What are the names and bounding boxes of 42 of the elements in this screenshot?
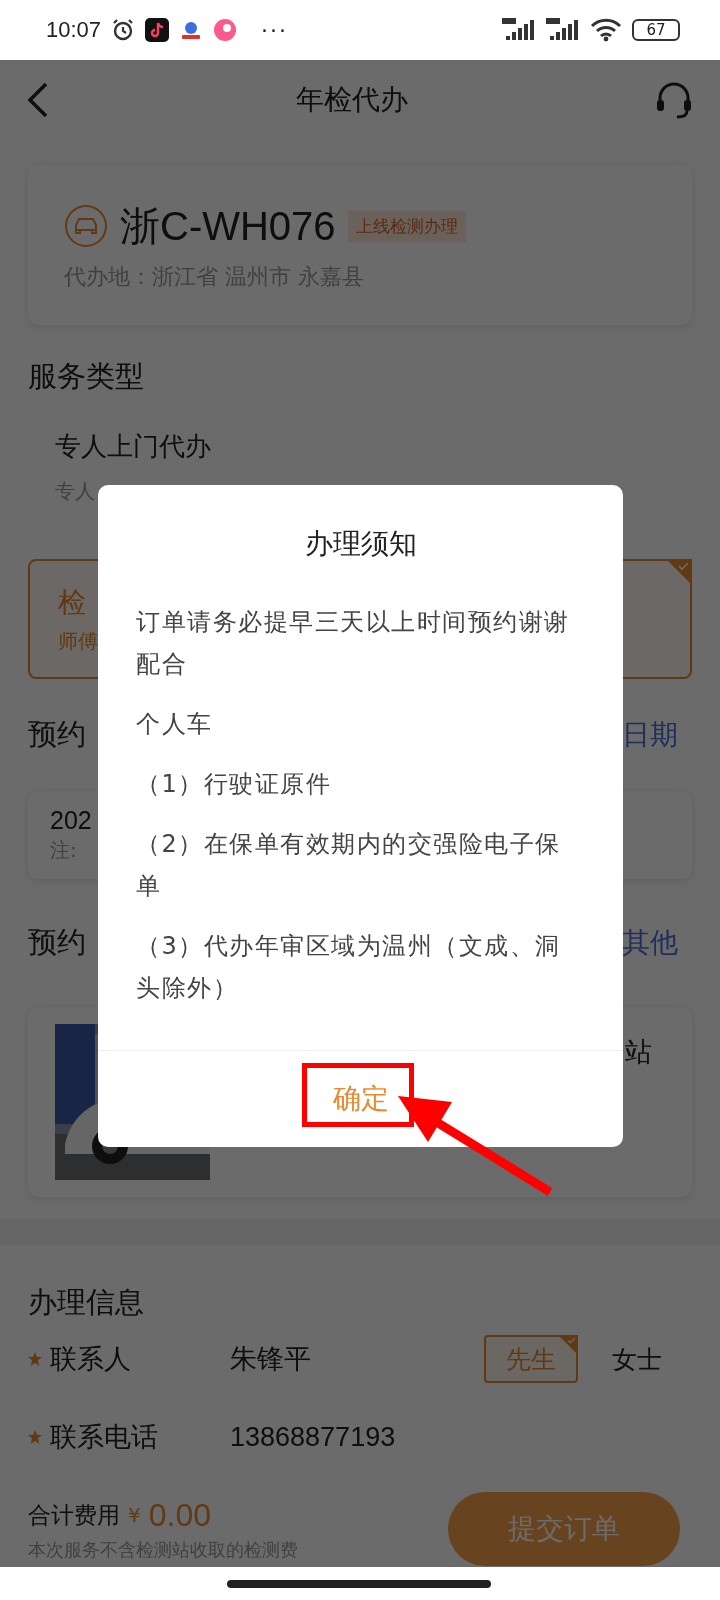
signal-icon — [546, 18, 580, 42]
service-tag: 上线检测办理 — [347, 210, 466, 242]
field-label: 联系人 — [50, 1342, 132, 1376]
notice-text: 订单请务必提早三天以上时间预约谢谢配合 — [136, 607, 571, 680]
title-option[interactable]: 女士 — [590, 1335, 684, 1383]
app-icon — [213, 18, 238, 42]
notice-text: （2）在保单有效期内的交强险电子保单 — [136, 829, 562, 902]
option-subtitle: 师傅 — [58, 627, 98, 655]
more-dots: ··· — [261, 17, 289, 43]
field-value: 朱锋平 — [230, 1343, 312, 1376]
submit-order-button[interactable]: 提交订单 — [448, 1492, 680, 1566]
field-label: 联系电话 — [50, 1420, 159, 1454]
section-heading: 办理信息 — [28, 1284, 144, 1321]
currency-symbol: ¥ — [128, 1503, 141, 1527]
license-plate: 浙C-WH076 — [120, 202, 336, 250]
dialog-title: 办理须知 — [303, 526, 418, 562]
notice-text: 个人车 — [136, 709, 214, 740]
notice-text: （3）代办年审区域为温州（文成、洞头除外） — [136, 931, 562, 1004]
field-value: 13868877193 — [230, 1421, 397, 1453]
battery-indicator: 67 — [632, 19, 680, 41]
option-title: 检 — [58, 584, 86, 621]
headset-icon[interactable] — [654, 80, 694, 120]
page-title: 年检代办 — [296, 82, 408, 118]
wifi-icon — [590, 18, 622, 42]
date-text: 202 — [50, 806, 92, 835]
choose-other-link[interactable]: 其他 — [622, 924, 678, 962]
title-option[interactable]: 先生 — [484, 1335, 578, 1383]
total-label: 合计费用 — [28, 1500, 120, 1530]
station-name: 站 — [625, 1035, 652, 1069]
app-icon — [145, 18, 170, 42]
section-heading: 预约 — [28, 716, 86, 753]
section-heading: 服务类型 — [28, 358, 144, 395]
clock-time: 10:07 — [46, 17, 102, 43]
car-icon — [64, 204, 108, 248]
option-title: 专人上门代办 — [55, 430, 211, 463]
signal-icon — [502, 18, 536, 42]
check-corner-icon — [558, 1335, 578, 1355]
notice-text: （1）行驶证原件 — [136, 769, 333, 800]
change-date-link[interactable]: 日期 — [622, 716, 678, 754]
total-amount: 0.00 — [148, 1496, 211, 1534]
section-heading: 预约 — [28, 924, 86, 961]
back-icon[interactable] — [26, 82, 50, 118]
